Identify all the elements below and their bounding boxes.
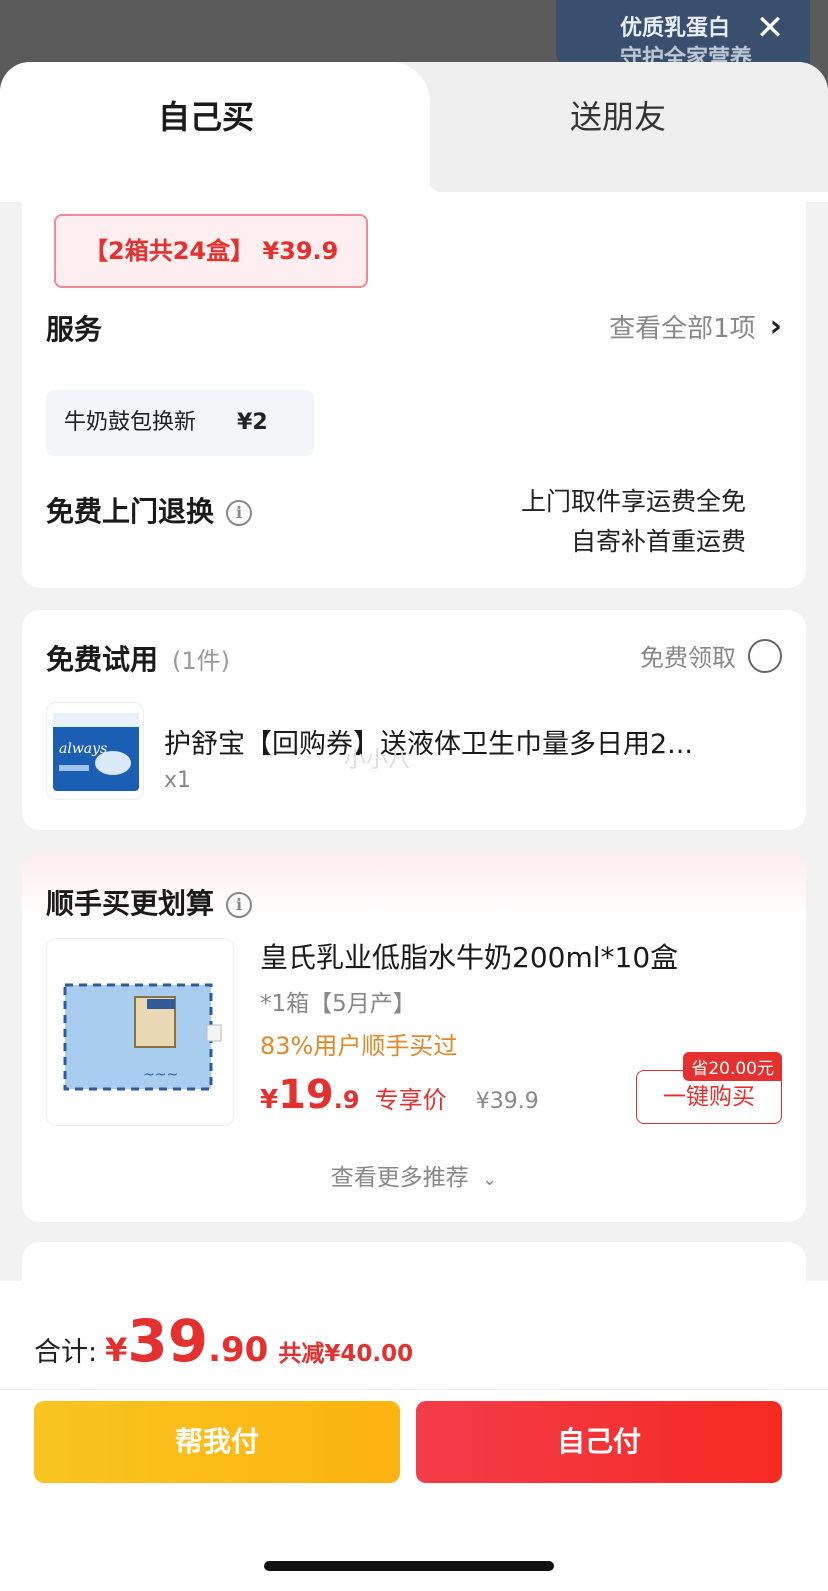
trial-title: 免费试用 (46, 643, 159, 676)
return-title-row: 免费上门退换 i (46, 490, 253, 530)
addon-product-tag: 83%用户顺手买过 (260, 1032, 458, 1060)
return-description: 上门取件享运费全免 自寄补首重运费 (521, 482, 746, 562)
addon-price-int: 19 (278, 1072, 334, 1118)
addon-title: 顺手买更划算 (46, 887, 215, 920)
trial-product-qty: x1 (164, 768, 192, 793)
trial-product-image: always (46, 702, 144, 800)
trial-title-row: 免费试用 (1件) (46, 638, 230, 678)
svg-text:always: always (59, 741, 107, 757)
service-title: 服务 (46, 313, 103, 346)
addon-price-row: ¥19.9 专享价 ¥39.9 (260, 1072, 539, 1118)
trial-product-name[interactable]: 护舒宝【回购券】送液体卫生巾量多日用2... (164, 722, 693, 761)
info-icon[interactable]: i (226, 500, 253, 526)
tab-friend[interactable]: 送朋友 (570, 92, 666, 138)
tab-self-label: 自己买 (158, 98, 255, 136)
total-row: 合计: ¥39.90 共减¥40.00 (34, 1307, 413, 1375)
trial-claim-label: 免费领取 (640, 644, 736, 672)
addon-price-label: 专享价 (374, 1086, 447, 1114)
trial-count: (1件) (172, 647, 231, 675)
tab-bar: 自己买 送朋友 (0, 62, 828, 198)
addon-price-currency: ¥ (260, 1085, 279, 1115)
help-pay-button[interactable]: 帮我付 (34, 1401, 400, 1483)
service-chip-name: 牛奶鼓包换新 (64, 410, 197, 435)
total-int: 39 (127, 1307, 209, 1375)
trial-claim-toggle[interactable]: 免费领取 (640, 638, 782, 673)
service-more-link[interactable]: 查看全部1项 › (609, 308, 782, 345)
addon-card: 顺手买更划算 i ~~~ 皇氏乳业低脂水牛奶200ml*10盒 *1箱【5月产】 … (22, 852, 806, 1222)
more-recommendations-link[interactable]: 查看更多推荐 ⌄ (22, 1158, 806, 1192)
free-trial-card: 免费试用 (1件) 免费领取 always 护舒宝【回购券】送液体卫生巾量多日用2… (22, 610, 806, 830)
svg-text:~~~: ~~~ (143, 1067, 178, 1083)
spec-option[interactable]: 【2箱共24盒】 ¥39.9 (54, 214, 368, 288)
tab-self[interactable]: 自己买 (0, 62, 458, 198)
total-label: 合计: (34, 1337, 98, 1368)
service-more-label: 查看全部1项 (609, 314, 756, 344)
more-recommendations-label: 查看更多推荐 (330, 1165, 469, 1191)
service-card: 【2箱共24盒】 ¥39.9 服务 查看全部1项 › 牛奶鼓包换新 ¥2 免费上… (22, 192, 806, 588)
service-chip[interactable]: 牛奶鼓包换新 ¥2 (46, 390, 314, 456)
addon-orig-price: ¥39.9 (475, 1089, 539, 1114)
addon-product-image: ~~~ (46, 938, 234, 1126)
return-line1: 上门取件享运费全免 (520, 487, 746, 516)
return-title: 免费上门退换 (46, 495, 215, 528)
chevron-right-icon: › (769, 309, 782, 344)
watermark: 小小八 (344, 748, 411, 773)
checkout-bar: 合计: ¥39.90 共减¥40.00 帮我付 自己付 (0, 1281, 828, 1591)
save-badge: 省20.00元 (683, 1052, 782, 1081)
info-icon[interactable]: i (226, 892, 253, 918)
addon-product-spec: *1箱【5月产】 (260, 991, 416, 1017)
self-pay-button[interactable]: 自己付 (416, 1401, 782, 1483)
radio-icon[interactable] (748, 638, 782, 673)
chevron-down-icon: ⌄ (482, 1169, 498, 1190)
total-discount: 共减¥40.00 (278, 1341, 414, 1367)
divider (0, 1389, 828, 1390)
addon-product-name[interactable]: 皇氏乳业低脂水牛奶200ml*10盒 (260, 936, 678, 976)
service-chip-price: ¥2 (237, 410, 268, 435)
addon-title-row: 顺手买更划算 i (46, 882, 253, 922)
addon-price-dec: .9 (333, 1086, 360, 1114)
home-indicator[interactable] (264, 1561, 554, 1571)
total-currency: ¥ (105, 1331, 128, 1369)
total-dec: .90 (208, 1330, 269, 1370)
return-line2: 自寄补首重运费 (570, 527, 746, 556)
close-icon[interactable]: ✕ (752, 10, 788, 46)
